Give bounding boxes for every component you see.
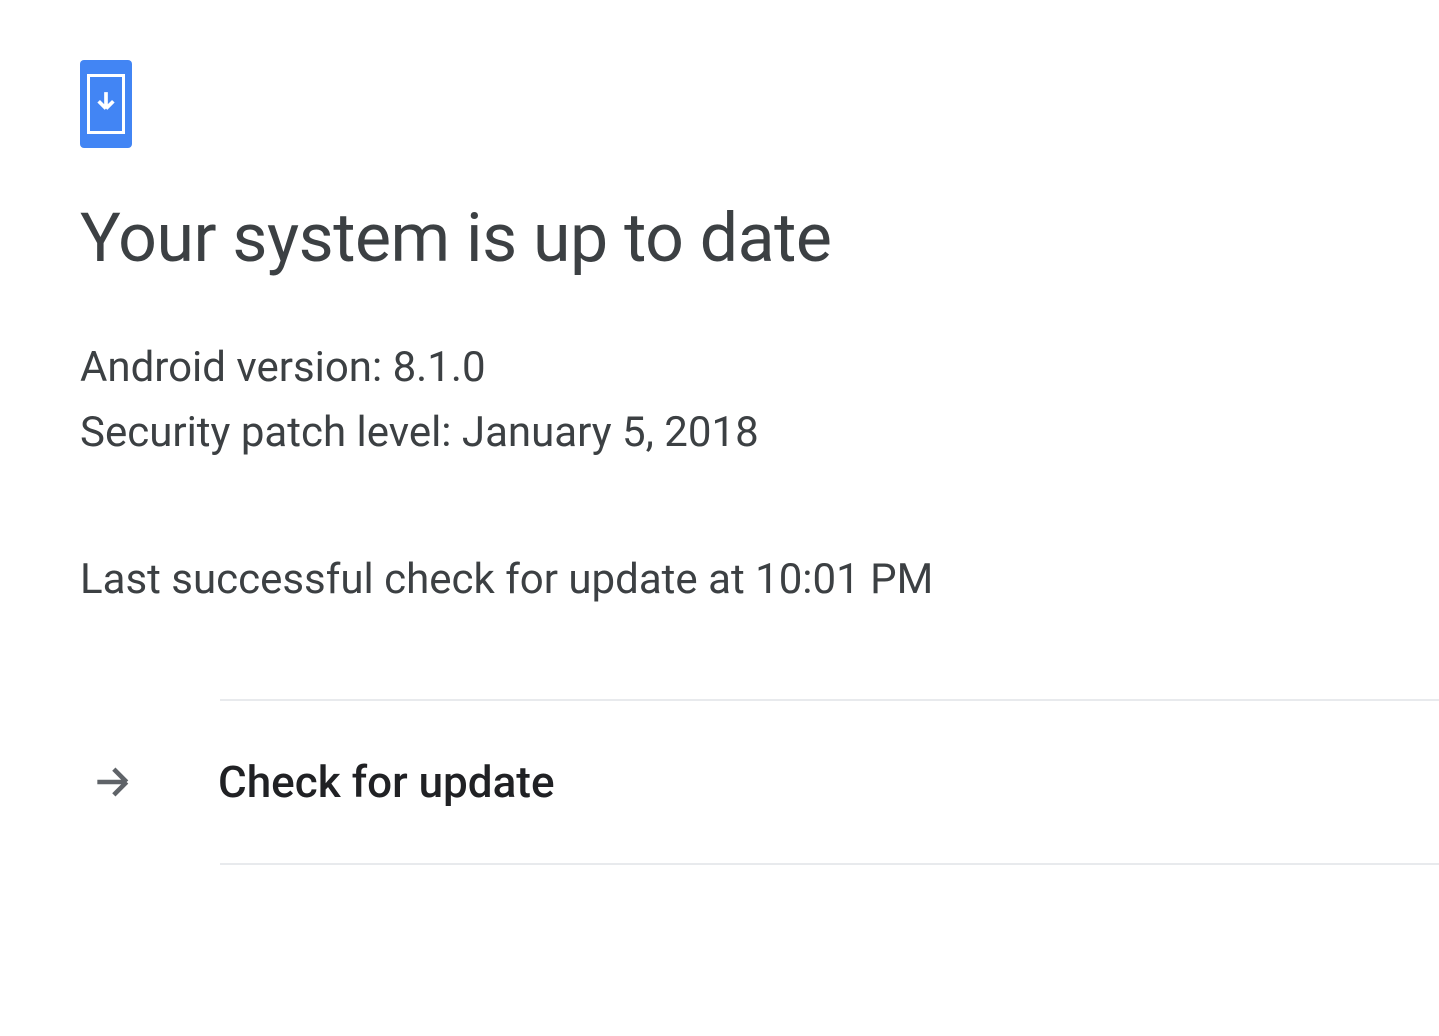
check-update-label: Check for update	[218, 756, 555, 808]
check-for-update-button[interactable]: Check for update	[80, 701, 1439, 863]
security-patch-text: Security patch level: January 5, 2018	[80, 400, 1359, 465]
android-version-text: Android version: 8.1.0	[80, 335, 1359, 400]
arrow-right-icon	[88, 758, 136, 806]
system-update-icon	[80, 60, 1359, 148]
page-title: Your system is up to date	[80, 198, 1359, 280]
last-check-text: Last successful check for update at 10:0…	[80, 555, 1359, 604]
